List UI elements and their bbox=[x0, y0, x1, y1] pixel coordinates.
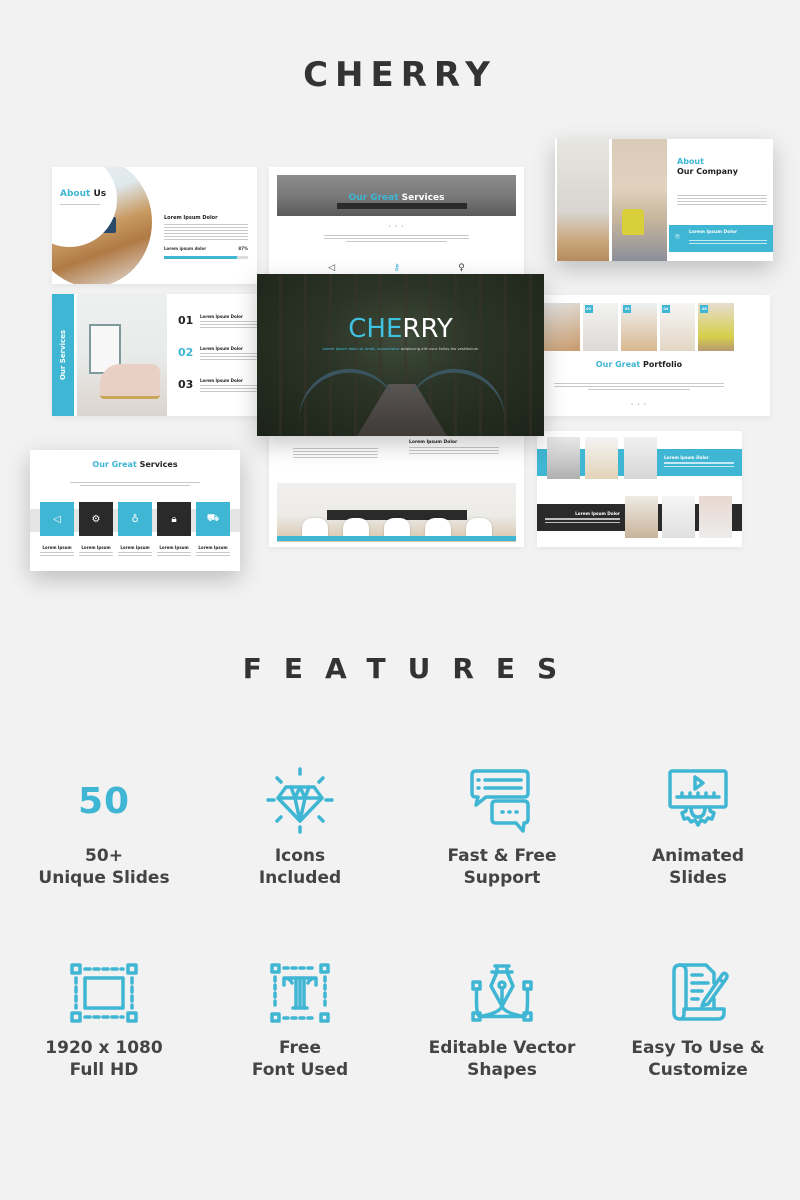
gallery-photo bbox=[624, 437, 657, 479]
text-block: Lorem Ipsum Dolor Lorem ipsum dolor 87% bbox=[164, 215, 248, 259]
service-boxes: ◁ ⚙ ♁ 🔒︎ ⛟ bbox=[40, 502, 230, 536]
paper-plane-icon: ◁ bbox=[328, 263, 336, 273]
list-item: 03 Lorem Ipsum Dolor bbox=[178, 378, 263, 410]
feature-full-hd: 1920 x 1080 Full HD bbox=[9, 957, 199, 1081]
gear-icon: ⚙ bbox=[79, 502, 113, 536]
dots-divider: • • • bbox=[630, 402, 648, 408]
document-pen-icon bbox=[603, 957, 793, 1029]
slide-services-boxes: Our Great Services ◁ ⚙ ♁ 🔒︎ ⛟ Lorem Ipsu… bbox=[30, 450, 240, 571]
feature-vector-shapes: Editable Vector Shapes bbox=[407, 957, 597, 1081]
slide-services-banner: Our Great Services • • • ◁ ⚷ ♀ bbox=[269, 167, 524, 277]
diamond-icon bbox=[205, 765, 395, 837]
progress-labels: Lorem ipsum dolor 87% bbox=[164, 246, 248, 251]
paragraph-lines bbox=[677, 193, 767, 207]
text-column bbox=[293, 446, 378, 460]
meeting-room-photo bbox=[277, 483, 516, 542]
number-50: 50 bbox=[77, 780, 131, 822]
portfolio-photo: 05 bbox=[698, 303, 734, 351]
lightbulb-icon: ♀ bbox=[458, 263, 465, 273]
slide-title-line2: Our Company bbox=[677, 167, 738, 176]
dots-divider: • • • bbox=[387, 224, 406, 230]
banner-photo: Our Great Services bbox=[277, 175, 516, 216]
desk-room-photo bbox=[612, 139, 667, 261]
gallery-photo bbox=[699, 496, 732, 538]
list-item: 02 Lorem Ipsum Dolor bbox=[178, 346, 263, 378]
portfolio-photo: 03 bbox=[621, 303, 657, 351]
paper-plane-icon: ◁ bbox=[40, 502, 74, 536]
key-icon: ⚷ bbox=[393, 263, 400, 273]
paragraph-lines bbox=[554, 381, 724, 392]
feature-support: Fast & Free Support bbox=[407, 765, 597, 889]
hero-tagline: Lorem ipsum dolor sit amet, consectetur … bbox=[322, 346, 479, 351]
lock-icon: 🔒︎ bbox=[157, 502, 191, 536]
slide-title: Our Great Portfolio bbox=[595, 360, 683, 369]
side-band: Our Services bbox=[52, 294, 74, 416]
progress-fill bbox=[164, 256, 238, 259]
portfolio-photo: 04 bbox=[659, 303, 696, 351]
slide-title: Our Great Services bbox=[92, 460, 178, 469]
yellow-chair-image bbox=[622, 209, 644, 235]
progress-bar bbox=[164, 256, 248, 259]
slide-title: About Us bbox=[60, 189, 107, 199]
slide-our-services: Our Services 01 Lorem Ipsum Dolor 02 Lorem… bbox=[52, 294, 267, 416]
animated-monitor-icon bbox=[603, 765, 793, 837]
slide-portfolio: 02 03 04 05 Our Great Portfolio • • • bbox=[544, 295, 770, 416]
hero-title: CHERRY bbox=[348, 314, 453, 344]
lamp-room-photo bbox=[557, 139, 609, 261]
numbered-list: 01 Lorem Ipsum Dolor 02 Lorem Ipsum Dolor … bbox=[178, 314, 263, 410]
shoe-image bbox=[100, 364, 160, 399]
feature-free-font: Free Font Used bbox=[205, 957, 395, 1081]
feature-animated-slides: Animated Slides bbox=[603, 765, 793, 889]
resize-frame-icon bbox=[9, 957, 199, 1029]
slide-about-company: About Our Company ⌾ Lorem Ipsum Dolor bbox=[555, 139, 773, 261]
slide-gallery: Lorem Ipsum Dolor Lorem Ipsum Dolor bbox=[537, 431, 742, 547]
slide-hero-cherry: CHERRY Lorem ipsum dolor sit amet, conse… bbox=[257, 274, 544, 436]
paragraph-lines bbox=[324, 233, 469, 244]
portfolio-photos: 02 03 04 05 bbox=[544, 303, 734, 351]
slide-title-line1: About bbox=[677, 157, 704, 166]
chat-bubbles-icon bbox=[407, 765, 597, 837]
subtitle-lines bbox=[60, 202, 100, 207]
text-heading: Lorem Ipsum Dolor bbox=[164, 215, 218, 221]
portfolio-photo bbox=[544, 303, 580, 351]
gallery-photo bbox=[625, 496, 658, 538]
paragraph-lines bbox=[70, 480, 200, 488]
pen-tool-icon bbox=[407, 957, 597, 1029]
text-block: Lorem Ipsum Dolor bbox=[545, 511, 620, 525]
feature-unique-slides: 50 50+ Unique Slides bbox=[9, 765, 199, 889]
slide-meeting-room: Lorem Ipsum Dolor bbox=[269, 436, 524, 547]
feature-easy-customize: Easy To Use & Customize bbox=[603, 957, 793, 1081]
gallery-photo bbox=[662, 496, 695, 538]
portfolio-photo: 02 bbox=[582, 303, 619, 351]
list-item: 01 Lorem Ipsum Dolor bbox=[178, 314, 263, 346]
gallery-photo bbox=[547, 437, 580, 479]
slide-about-us: About Us Lorem Ipsum Dolor Lorem ipsum d… bbox=[52, 167, 257, 284]
cart-icon: ⛟ bbox=[196, 502, 230, 536]
accent-stripe bbox=[277, 536, 516, 541]
text-column: Lorem Ipsum Dolor bbox=[409, 440, 499, 456]
text-frame-icon bbox=[205, 957, 395, 1029]
page-title: CHERRY bbox=[303, 55, 497, 95]
table-image bbox=[337, 203, 467, 209]
location-pin-icon: ⌾ bbox=[675, 232, 680, 241]
slide-title: Our Great Services bbox=[348, 193, 445, 203]
features-title: FEATURES bbox=[242, 652, 580, 685]
gallery-photo bbox=[585, 437, 618, 479]
feature-icons-included: Icons Included bbox=[205, 765, 395, 889]
info-box: ⌾ Lorem Ipsum Dolor bbox=[669, 225, 773, 252]
service-labels: Lorem Ipsum Lorem Ipsum Lorem Ipsum Lore… bbox=[40, 545, 230, 558]
text-block: Lorem Ipsum Dolor bbox=[664, 455, 734, 469]
lightbulb-icon: ♁ bbox=[118, 502, 152, 536]
service-icons: ◁ ⚷ ♀ bbox=[269, 263, 524, 273]
